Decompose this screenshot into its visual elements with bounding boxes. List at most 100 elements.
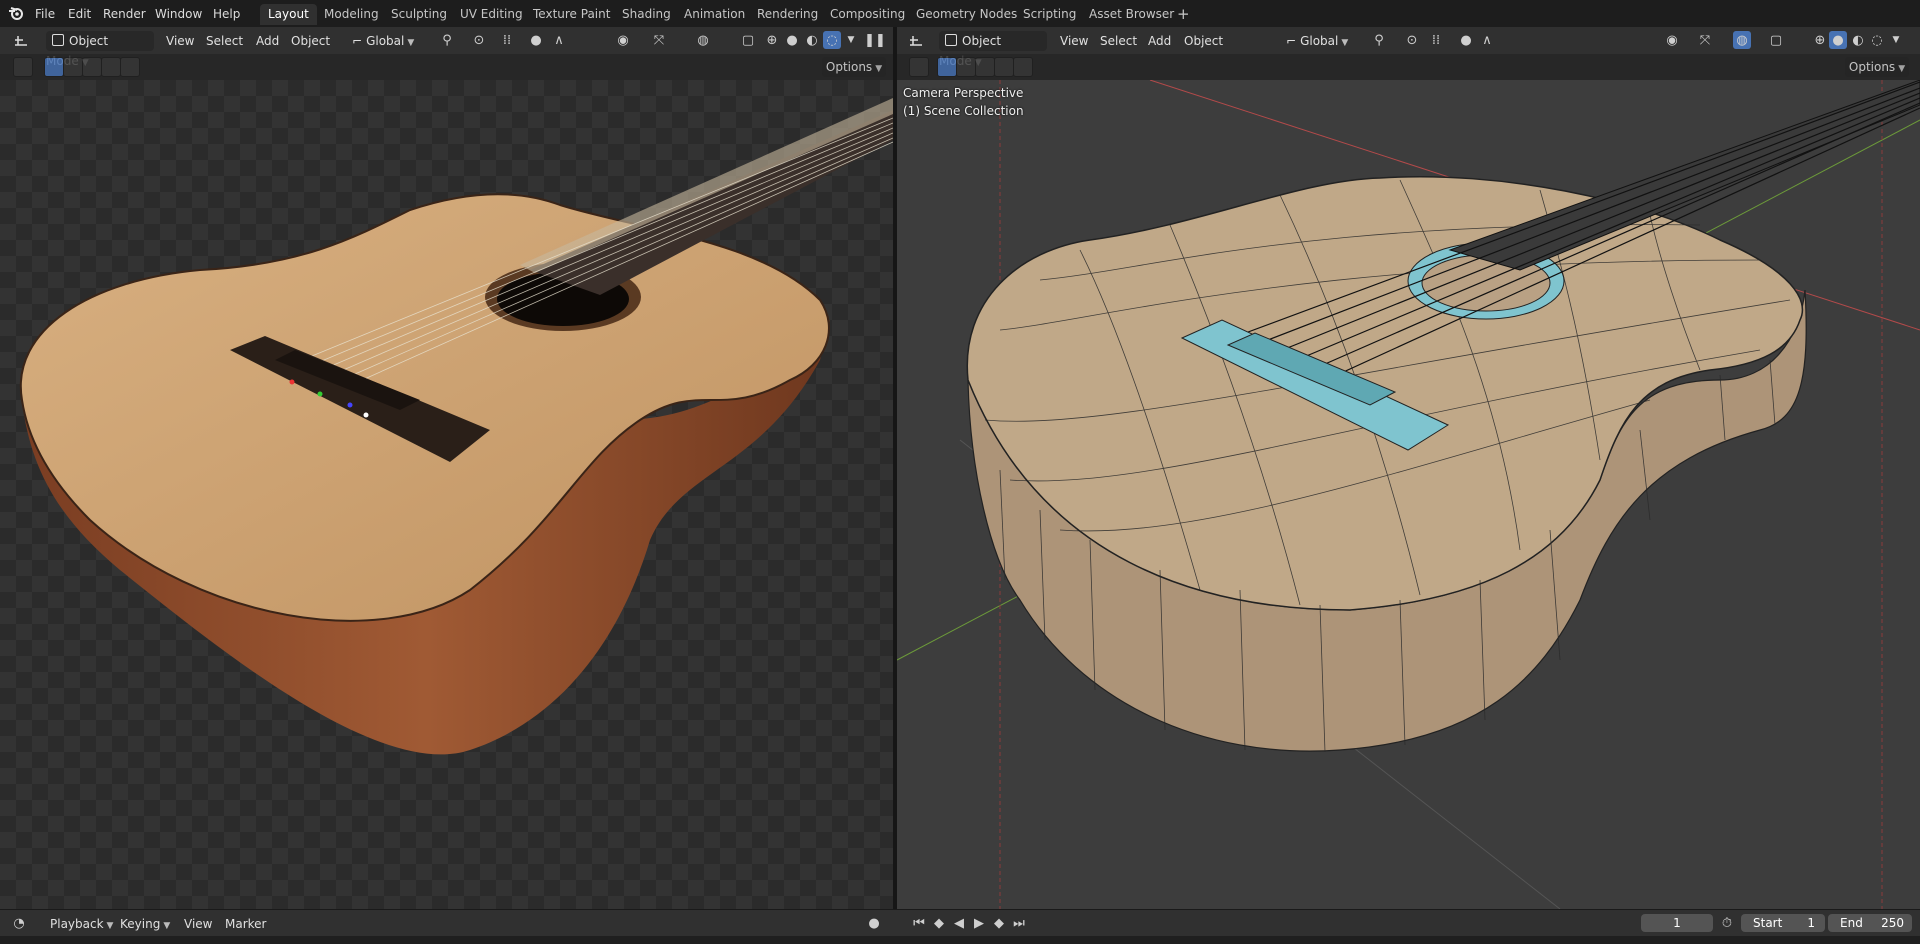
proportional-icon[interactable]: ● [1457,31,1475,49]
editor-type-icon[interactable] [907,31,925,49]
tab-texture-paint[interactable]: Texture Paint [525,4,618,25]
record-icon[interactable]: ● [865,914,883,932]
select-mode-new[interactable] [937,57,957,77]
solid-shading-icon[interactable]: ● [1829,31,1847,49]
menu-help[interactable]: Help [207,4,246,24]
left-viewport-rendered[interactable] [0,80,893,909]
status-bar [0,936,1920,944]
select-mode-invert[interactable] [101,57,121,77]
menu-window[interactable]: Window [149,4,208,24]
solid-shading-icon[interactable]: ● [783,31,801,49]
tab-sculpting[interactable]: Sculpting [383,4,455,25]
proportional-icon[interactable]: ● [527,31,545,49]
end-frame-field[interactable]: End 250 [1828,914,1912,932]
play-icon[interactable]: ▶ [970,914,988,932]
select-mode-intersect[interactable] [1013,57,1033,77]
visibility-icon[interactable]: ◉ [614,31,632,49]
play-reverse-icon[interactable]: ◀ [950,914,968,932]
transform-orientation-selector[interactable]: ⌐ Global ▼ [348,31,428,51]
menu-playback[interactable]: Playback ▼ [50,914,113,934]
overlay-icon[interactable]: ◍ [1733,31,1751,49]
left-viewport-header: Object Mode▼ View Select Add Object ⌐Glo… [0,27,893,68]
snap-icon[interactable]: ⊙ [1403,31,1421,49]
menu-object[interactable]: Object [1184,31,1223,51]
menu-keying[interactable]: Keying ▼ [120,914,170,934]
menu-select[interactable]: Select [206,31,243,51]
wireframe-shading-icon[interactable]: ⊕ [763,31,781,49]
menu-object[interactable]: Object [291,31,330,51]
tab-scripting[interactable]: Scripting [1015,4,1084,25]
tab-uv-editing[interactable]: UV Editing [452,4,531,25]
menu-edit[interactable]: Edit [62,4,97,24]
start-label: Start [1753,916,1783,930]
top-bar: File Edit Render Window Help Layout Mode… [0,0,1920,28]
tab-compositing[interactable]: Compositing [822,4,913,25]
tab-rendering[interactable]: Rendering [749,4,826,25]
falloff-icon[interactable]: ∧ [550,31,568,49]
tab-asset-browser[interactable]: Asset Browser [1081,4,1182,25]
select-box-icon[interactable] [909,57,929,77]
clock-icon[interactable]: ⏱ [1718,914,1736,932]
material-shading-icon[interactable]: ◐ [803,31,821,49]
transform-orientation-selector[interactable]: ⌐ Global ▼ [1282,31,1362,51]
select-mode-intersect[interactable] [120,57,140,77]
menu-marker[interactable]: Marker [225,914,266,934]
menu-select[interactable]: Select [1100,31,1137,51]
clock-editor-icon[interactable]: ◔ [10,914,28,932]
menu-add[interactable]: Add [256,31,279,51]
select-mode-extend[interactable] [956,57,976,77]
options-button[interactable]: Options ▼ [1845,57,1909,77]
falloff-icon[interactable]: ∧ [1478,31,1496,49]
shading-dropdown-icon[interactable]: ▼ [842,31,860,49]
menu-add[interactable]: Add [1148,31,1171,51]
menu-view[interactable]: View [166,31,194,51]
tab-layout[interactable]: Layout [260,4,317,25]
add-workspace-button[interactable]: + [1169,4,1198,25]
keyframe-prev-icon[interactable]: ◆ [930,914,948,932]
tab-shading[interactable]: Shading [614,4,679,25]
pivot-icon[interactable]: ⚲ [1370,31,1388,49]
menu-file[interactable]: File [29,4,61,24]
tab-modeling[interactable]: Modeling [316,4,387,25]
select-mode-new[interactable] [44,57,64,77]
overlay-icon[interactable]: ◍ [694,31,712,49]
start-frame-field[interactable]: Start 1 [1741,914,1825,932]
playback-label: Playback [50,917,104,931]
options-button[interactable]: Options ▼ [822,57,886,77]
tab-geometry-nodes[interactable]: Geometry Nodes [908,4,1025,25]
mode-selector[interactable]: Object Mode▼ [939,31,1047,68]
menu-view[interactable]: View [184,914,212,934]
shading-dropdown-icon[interactable]: ▼ [1887,31,1905,49]
editor-type-icon[interactable] [12,31,30,49]
xray-icon[interactable]: ▢ [1767,31,1785,49]
gizmo-icon[interactable]: ⤧ [1696,31,1714,49]
tab-animation[interactable]: Animation [676,4,753,25]
right-viewport-solid[interactable]: Camera Perspective (1) Scene Collection [897,80,1920,909]
wireframe-shading-icon[interactable]: ⊕ [1811,31,1829,49]
jump-end-icon[interactable]: ⏭ [1010,914,1028,932]
select-mode-extend[interactable] [63,57,83,77]
select-mode-subtract[interactable] [975,57,995,77]
jump-start-icon[interactable]: ⏮ [910,914,928,932]
mode-selector[interactable]: Object Mode▼ [46,31,154,68]
select-mode-invert[interactable] [994,57,1014,77]
blender-logo-icon[interactable] [7,4,25,22]
gizmo-icon[interactable]: ⤧ [650,31,668,49]
pivot-icon[interactable]: ⚲ [438,31,456,49]
rendered-shading-icon[interactable]: ◌ [823,31,841,49]
material-shading-icon[interactable]: ◐ [1849,31,1867,49]
keyframe-next-icon[interactable]: ◆ [990,914,1008,932]
visibility-icon[interactable]: ◉ [1663,31,1681,49]
menu-render[interactable]: Render [97,4,152,24]
menu-view[interactable]: View [1060,31,1088,51]
pause-icon[interactable]: ❚❚ [864,31,886,49]
xray-icon[interactable]: ▢ [739,31,757,49]
snap-target-icon[interactable]: ⁞⁞ [498,31,516,49]
current-frame-field[interactable]: 1 [1641,914,1713,932]
select-mode-subtract[interactable] [82,57,102,77]
snap-icon[interactable]: ⊙ [470,31,488,49]
rendered-shading-icon[interactable]: ◌ [1868,31,1886,49]
transform-orientation-icon: ⌐ [352,34,363,48]
select-box-icon[interactable] [13,57,33,77]
snap-target-icon[interactable]: ⁞⁞ [1427,31,1445,49]
